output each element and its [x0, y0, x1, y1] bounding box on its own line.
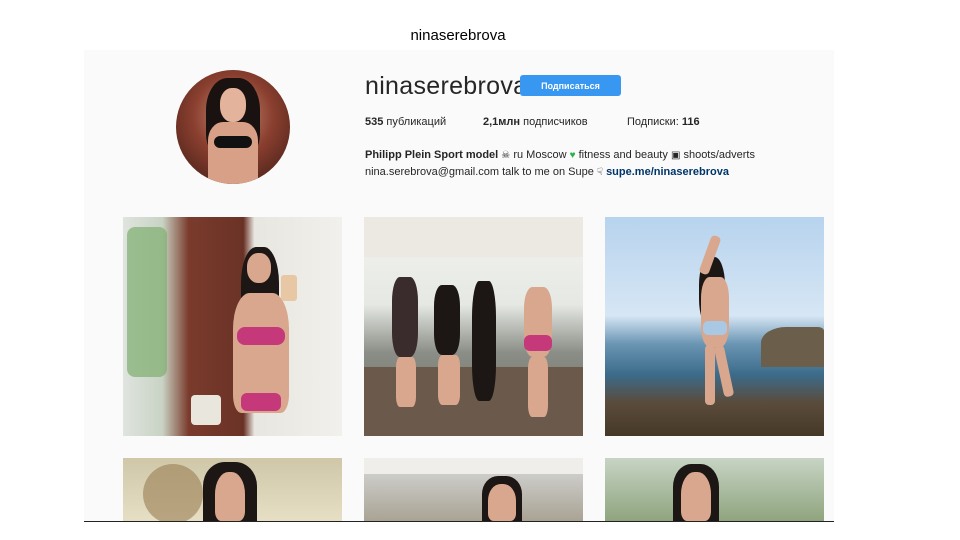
green-heart-icon: ♥: [569, 150, 576, 161]
followers-count-label: подписчиков: [523, 116, 588, 128]
bio-website-link[interactable]: supe.me/ninaserebrova: [606, 166, 729, 178]
post-1-bottom: [241, 393, 281, 411]
post-tile-1[interactable]: [123, 217, 342, 436]
post-1-top: [237, 327, 285, 345]
post-tile-2[interactable]: [364, 217, 583, 436]
post-4-decor: [143, 464, 203, 521]
bio-location: ru Moscow: [513, 149, 567, 161]
posts-count-value: 535: [365, 116, 384, 128]
profile-username: ninaserebrova: [365, 72, 528, 100]
dancer-3: [472, 281, 496, 401]
profile-avatar[interactable]: [176, 70, 290, 184]
dancer-1-legs: [396, 357, 416, 407]
bio-tagline: fitness and beauty: [578, 149, 668, 161]
post-3-leg-1: [705, 345, 715, 405]
post-3-body: [701, 277, 729, 347]
dancer-4-legs: [528, 357, 548, 417]
post-3-leg-2: [713, 344, 735, 398]
plant-pot: [191, 395, 221, 425]
post-6-face: [681, 472, 711, 521]
dancer-1: [392, 277, 418, 357]
bio-contact: nina.serebrova@gmail.com talk to me on S…: [365, 166, 594, 178]
post-tile-3[interactable]: [605, 217, 824, 436]
bio-services: shoots/adverts: [683, 149, 755, 161]
post-3-shorts: [703, 321, 727, 335]
post-tile-5[interactable]: [364, 458, 583, 521]
avatar-face: [220, 88, 246, 122]
followers-count-value: 2,1млн: [483, 116, 521, 128]
post-tile-6[interactable]: [605, 458, 824, 521]
skull-icon: ☠: [501, 150, 511, 161]
post-2-roof: [364, 217, 583, 257]
dancer-4-shorts: [524, 335, 552, 351]
phone: [281, 275, 297, 301]
follow-button[interactable]: Подписаться: [520, 75, 621, 96]
plant-leaves: [127, 227, 167, 377]
avatar-body: [208, 122, 258, 184]
post-tile-4[interactable]: [123, 458, 342, 521]
avatar-top: [214, 136, 252, 148]
bio-line-2: nina.serebrova@gmail.com talk to me on S…: [365, 164, 825, 181]
pointing-hand-icon: ☟: [596, 167, 603, 178]
following-count-value: 116: [681, 116, 700, 128]
following-count-label: Подписки:: [627, 116, 679, 128]
posts-count[interactable]: 535 публикаций: [365, 116, 446, 128]
bio-line-1: Philipp Plein Sport model ☠ ru Moscow ♥ …: [365, 147, 825, 164]
post-5-roof: [364, 458, 583, 474]
post-4-face: [215, 472, 245, 521]
post-5-face: [488, 484, 516, 521]
post-1-face: [247, 253, 271, 283]
camera-icon: ▣: [670, 150, 681, 161]
instagram-profile-screenshot: ninaserebrova Подписаться 535 публикаций…: [84, 50, 834, 522]
dancer-2-legs: [438, 355, 460, 405]
slide-title: ninaserebrova: [410, 27, 506, 44]
post-3-cliff: [761, 327, 824, 367]
followers-count[interactable]: 2,1млн подписчиков: [483, 116, 588, 128]
bio-full-name: Philipp Plein Sport model: [365, 149, 499, 161]
profile-bio: Philipp Plein Sport model ☠ ru Moscow ♥ …: [365, 147, 825, 181]
following-count[interactable]: Подписки: 116: [627, 116, 700, 128]
dancer-2: [434, 285, 460, 355]
posts-count-label: публикаций: [386, 116, 447, 128]
